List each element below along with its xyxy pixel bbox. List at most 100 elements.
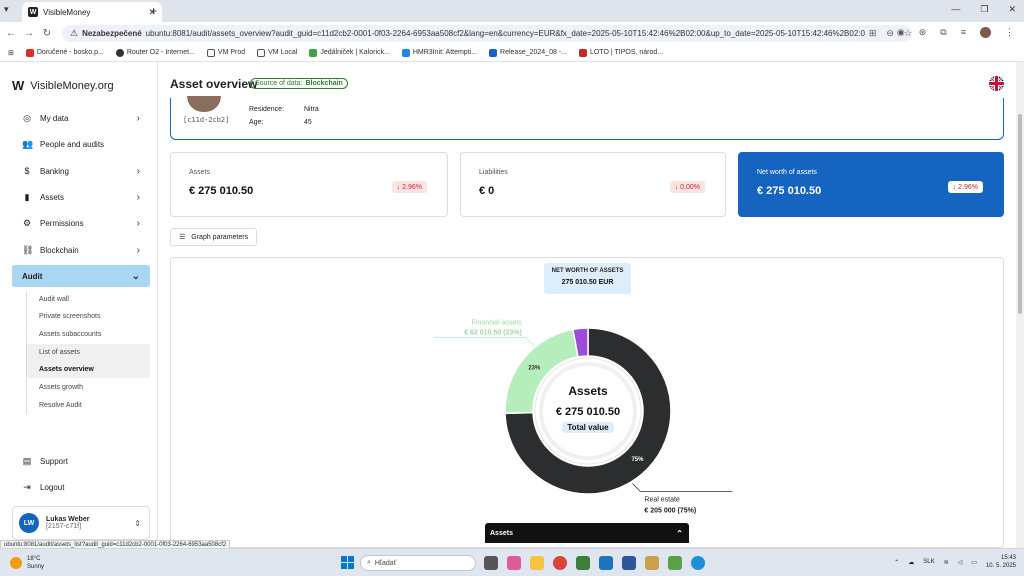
browser-tabbar: ▾ W VisibleMoney ✕ + — ❐ ✕ xyxy=(0,0,1024,22)
sidebar-item-people-and-audits[interactable]: 👥 People and audits xyxy=(12,133,150,155)
page-scrollbar[interactable] xyxy=(1016,62,1024,548)
sidebar-item-audit[interactable]: Audit ⌄ xyxy=(12,265,150,287)
profile-code: [c11d-2cb2] xyxy=(183,116,230,124)
unfold-icon[interactable]: ⇕ xyxy=(134,519,141,528)
address-bar[interactable]: ⚠ Nezabezpečené ubuntu:8081/audit/assets… xyxy=(62,25,912,42)
chart-card: Assets € 275 010.50 Total value 75% 23% Real … xyxy=(170,257,1004,548)
user-card[interactable]: LW Lukas Weber [2157-c71f] ⇕ xyxy=(12,506,150,540)
person-icon: ◎ xyxy=(23,112,31,123)
tab-list-icon[interactable]: ≡ xyxy=(961,27,966,38)
browser-right-icons: ◉ ⊛ ⧉ ≡ ⋮ xyxy=(897,27,1014,38)
age-label: Age: xyxy=(249,119,264,126)
chart-total: 275 010.50 EUR xyxy=(561,279,614,286)
minimize-icon[interactable]: — xyxy=(951,4,960,15)
sidebar-item-my-data[interactable]: ◎ My data › xyxy=(12,107,150,129)
chevron-up-icon[interactable]: ⌃ xyxy=(894,559,899,566)
sidebar-item-blockchain[interactable]: ⛓ Blockchain › xyxy=(12,239,150,261)
taskbar-search[interactable]: ⌕ Hľadať xyxy=(360,555,476,571)
sidebar-item-support[interactable]: ▤ Support xyxy=(12,450,150,472)
sub-item-private-screenshots[interactable]: Private screenshots xyxy=(26,308,150,325)
callout-line xyxy=(433,337,535,346)
kpi-liabilities: Liabilities € 0 ↓ 0.00% xyxy=(460,152,726,217)
logo[interactable]: W VisibleMoney.org xyxy=(12,78,114,93)
vpn-icon[interactable]: ⊛ xyxy=(919,27,927,38)
sub-item-resolve-audit[interactable]: Resolve Audit xyxy=(26,397,150,414)
bookmark-item[interactable]: Release_2024_08 -... xyxy=(489,48,567,57)
new-tab-icon[interactable]: + xyxy=(150,4,157,18)
assets-panel-toggle[interactable]: Assets ⌃ xyxy=(485,523,689,543)
uk-flag-icon[interactable] xyxy=(989,76,1004,91)
chevron-right-icon: › xyxy=(136,217,140,229)
sun-icon xyxy=(10,557,22,569)
main-content: Asset overview Source of data: Blockchain… xyxy=(158,62,1016,548)
app-icon[interactable] xyxy=(645,556,659,570)
bookmark-item[interactable]: Doručené - bosko.p... xyxy=(25,48,104,57)
app-icon[interactable] xyxy=(599,556,613,570)
residence-value: Nitra xyxy=(304,106,319,113)
extension-icon[interactable]: ◉ xyxy=(897,27,905,38)
back-icon[interactable]: ← xyxy=(4,28,18,39)
app-icon[interactable] xyxy=(668,556,682,570)
bookmarks-bar: ⊞ Doručené - bosko.p... Router O2 - Inte… xyxy=(0,44,1024,62)
kpi-value: € 275 010.50 xyxy=(189,185,254,197)
sub-item-assets-overview[interactable]: Assets overview xyxy=(26,361,150,378)
bookmark-item[interactable]: VM Local xyxy=(257,48,297,57)
sub-item-list-of-assets[interactable]: List of assets xyxy=(26,344,150,361)
kpi-label: Net worth of assets xyxy=(757,169,817,176)
window-close-icon[interactable]: ✕ xyxy=(1008,4,1016,15)
browser-tab[interactable]: W VisibleMoney ✕ xyxy=(22,2,162,22)
battery-icon[interactable]: ▭ xyxy=(971,559,977,566)
sub-item-audit-wall[interactable]: Audit wall xyxy=(26,291,150,308)
bookmark-item[interactable]: Router O2 - Internet... xyxy=(115,48,195,57)
reload-icon[interactable]: ↻ xyxy=(40,28,54,39)
change-badge: ↓ 2.96% xyxy=(947,181,983,193)
avatar: LW xyxy=(19,513,39,533)
forward-icon[interactable]: → xyxy=(22,28,36,39)
gmail-icon xyxy=(25,48,34,57)
menu-kebab-icon[interactable]: ⋮ xyxy=(1005,27,1014,38)
filter-icon: ☰ xyxy=(179,234,186,241)
windows-start-icon[interactable] xyxy=(341,556,354,569)
zoom-icon[interactable]: ⊖ xyxy=(886,28,894,39)
profile-avatar-icon[interactable] xyxy=(980,27,991,38)
bookmark-item[interactable]: LOTO | TIPOS, národ... xyxy=(578,48,663,57)
copilot-icon[interactable] xyxy=(507,556,521,570)
apps-grid-icon[interactable]: ⊞ xyxy=(8,49,14,57)
sidebar-item-logout[interactable]: ⇥ Logout xyxy=(12,476,150,498)
sidebar: W VisibleMoney.org ◎ My data › 👥 People … xyxy=(0,62,158,548)
age-value: 45 xyxy=(304,119,312,126)
sidebar-item-assets[interactable]: ▮ Assets › xyxy=(12,186,150,208)
language-indicator[interactable]: SLK xyxy=(923,559,934,565)
bookmark-item[interactable]: HMR3Init: Attempti... xyxy=(401,48,477,57)
tab-search-icon[interactable]: ▾ xyxy=(4,4,9,15)
sub-item-assets-growth[interactable]: Assets growth xyxy=(26,379,150,396)
sidebar-item-banking[interactable]: $ Banking › xyxy=(12,160,150,182)
graph-parameters-button[interactable]: ☰ Graph parameters xyxy=(170,228,258,246)
chrome-icon[interactable] xyxy=(553,556,567,570)
bookmark-item[interactable]: VM Prod xyxy=(206,48,245,57)
sub-item-assets-subaccounts[interactable]: Assets subaccounts xyxy=(26,326,150,343)
weather-widget[interactable]: 18°C Sunny xyxy=(10,555,44,571)
chevron-right-icon: › xyxy=(136,244,140,256)
residence-label: Residence: xyxy=(249,106,285,113)
translate-icon[interactable]: ⊞ xyxy=(869,28,877,39)
restore-icon[interactable]: ❐ xyxy=(980,4,988,15)
extensions-puzzle-icon[interactable]: ⧉ xyxy=(940,27,946,38)
folder-icon xyxy=(257,48,266,57)
bookmark-item[interactable]: Jedálniček | Kalorick... xyxy=(309,48,390,57)
insecure-label: Nezabezpečené xyxy=(82,29,142,38)
url-text[interactable]: ubuntu:8081/audit/assets_overview?audit_… xyxy=(146,29,865,38)
volume-icon[interactable]: ◁ xyxy=(958,559,963,566)
wifi-icon[interactable]: ≋ xyxy=(944,559,949,566)
warning-icon[interactable]: ⚠ xyxy=(70,28,78,39)
profile-photo xyxy=(187,96,221,112)
app-icon[interactable] xyxy=(576,556,590,570)
edge-icon[interactable] xyxy=(691,556,705,570)
cloud-icon[interactable]: ☁ xyxy=(908,559,914,566)
clock[interactable]: 15:43 10. 5. 2025 xyxy=(986,554,1016,570)
file-explorer-icon[interactable] xyxy=(530,556,544,570)
sidebar-item-permissions[interactable]: ⚙ Permissions › xyxy=(12,212,150,234)
vm-icon xyxy=(401,48,410,57)
app-icon[interactable] xyxy=(622,556,636,570)
task-view-icon[interactable] xyxy=(484,556,498,570)
